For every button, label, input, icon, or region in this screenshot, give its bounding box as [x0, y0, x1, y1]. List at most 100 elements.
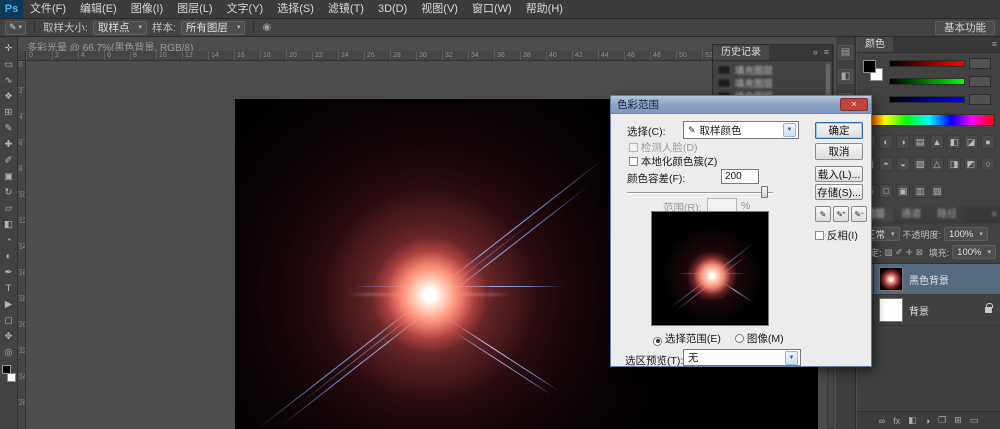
- red-value[interactable]: [969, 58, 991, 69]
- menu-item[interactable]: 图像(I): [124, 0, 170, 18]
- adjustment-icon[interactable]: ▤: [913, 135, 927, 149]
- panel-menu-icon[interactable]: ≡: [821, 45, 832, 60]
- invert-row[interactable]: 反相(I): [815, 228, 858, 243]
- selection-radio-row[interactable]: 选择范围(E): [653, 331, 721, 346]
- tool-button[interactable]: ✥: [1, 328, 17, 344]
- detect-faces-row[interactable]: 检测人脸(D): [629, 140, 698, 155]
- tool-button[interactable]: ▶: [1, 296, 17, 312]
- tab-channels[interactable]: 通道: [893, 207, 929, 222]
- layer-panel-icon[interactable]: ∞: [879, 416, 885, 426]
- eyedropper-button[interactable]: ✎: [815, 206, 831, 222]
- localized-clusters-row[interactable]: 本地化颜色簇(Z): [629, 154, 717, 169]
- menu-item[interactable]: 文字(Y): [220, 0, 271, 18]
- fill-select[interactable]: 100% ▾: [952, 245, 996, 259]
- tool-button[interactable]: ◔: [1, 232, 17, 248]
- layer-panel-icon[interactable]: ◑: [925, 416, 930, 426]
- cancel-button[interactable]: 取消: [815, 143, 863, 160]
- background-color-swatch[interactable]: [7, 373, 16, 382]
- adjustment-icon[interactable]: ▧: [913, 157, 927, 171]
- lock-pixels-icon[interactable]: ✐: [896, 247, 903, 258]
- adjustment-icon[interactable]: ●: [981, 135, 995, 149]
- history-item[interactable]: 填充图层: [713, 76, 832, 89]
- sampling-ring-icon[interactable]: ◉: [262, 22, 271, 33]
- adjustment-icon[interactable]: ◨: [947, 157, 961, 171]
- adjustment-icon[interactable]: ◩: [964, 157, 978, 171]
- tab-color[interactable]: 颜色: [857, 37, 893, 52]
- collapsed-panel-icon[interactable]: ◧: [838, 69, 853, 84]
- adjustment-icon[interactable]: ▲: [930, 135, 944, 149]
- tool-button[interactable]: ✎: [1, 120, 17, 136]
- menu-item[interactable]: 文件(F): [23, 0, 73, 18]
- collapsed-panel-icon[interactable]: ▤: [838, 45, 853, 60]
- adjustment-icon[interactable]: ○: [981, 157, 995, 171]
- sample-size-select[interactable]: 取样点 ▾: [93, 21, 147, 35]
- tool-button[interactable]: ▣: [1, 168, 17, 184]
- tool-button[interactable]: ✚: [1, 136, 17, 152]
- fuzziness-slider-track[interactable]: [627, 192, 773, 194]
- history-item[interactable]: 填充图层: [713, 63, 832, 76]
- invert-checkbox[interactable]: [815, 231, 824, 240]
- menu-item[interactable]: 编辑(E): [73, 0, 124, 18]
- layer-panel-icon[interactable]: ◧: [908, 415, 917, 426]
- tool-button[interactable]: ✒: [1, 264, 17, 280]
- tool-button[interactable]: ▭: [1, 56, 17, 72]
- ok-button[interactable]: 确定: [815, 122, 863, 139]
- layer-row[interactable]: ◉ 黑色背景: [857, 264, 1000, 295]
- layer-name[interactable]: 背景: [909, 303, 929, 318]
- selection-radio[interactable]: [653, 337, 662, 346]
- tool-button[interactable]: ◎: [1, 344, 17, 360]
- foreground-color-swatch[interactable]: [863, 60, 876, 73]
- layer-thumbnail[interactable]: [879, 298, 903, 322]
- panel-menu-icon[interactable]: ≡: [989, 37, 1000, 52]
- layer-row[interactable]: ◉ 背景: [857, 295, 1000, 326]
- selection-preview[interactable]: [651, 211, 769, 326]
- adjustment-icon[interactable]: ◪: [964, 135, 978, 149]
- layer-panel-icon[interactable]: ▭: [970, 415, 979, 426]
- adjustment-icon[interactable]: △: [930, 157, 944, 171]
- layer-thumbnail[interactable]: [879, 267, 903, 291]
- lock-transparency-icon[interactable]: ▨: [885, 247, 893, 258]
- layer-panel-icon[interactable]: ❒: [938, 415, 946, 426]
- blue-slider[interactable]: [889, 96, 965, 103]
- tool-button[interactable]: ⊞: [1, 104, 17, 120]
- fuzziness-slider-thumb[interactable]: [761, 186, 768, 198]
- layer-panel-icon[interactable]: fx: [893, 416, 900, 426]
- tool-button[interactable]: ◻: [1, 312, 17, 328]
- color-spectrum-bar[interactable]: [862, 114, 995, 126]
- load-button[interactable]: 载入(L)...: [815, 166, 863, 182]
- tool-button[interactable]: ❖: [1, 88, 17, 104]
- opacity-select[interactable]: 100% ▾: [944, 227, 988, 241]
- collapse-panel-icon[interactable]: »: [810, 45, 821, 60]
- style-icon[interactable]: ▨: [930, 184, 944, 198]
- lock-position-icon[interactable]: ✛: [906, 247, 913, 258]
- style-icon[interactable]: ▥: [913, 184, 927, 198]
- menu-item[interactable]: 帮助(H): [519, 0, 570, 18]
- red-slider[interactable]: [889, 60, 965, 67]
- tool-button[interactable]: ∿: [1, 72, 17, 88]
- tool-button[interactable]: ◧: [1, 216, 17, 232]
- localized-clusters-checkbox[interactable]: [629, 157, 638, 166]
- tool-preset-picker[interactable]: ✎ ▾: [5, 21, 26, 35]
- tab-history[interactable]: 历史记录: [713, 45, 769, 60]
- adjustment-icon[interactable]: ◒: [896, 157, 910, 171]
- save-button[interactable]: 存储(S)...: [815, 184, 863, 200]
- blue-value[interactable]: [969, 94, 991, 105]
- lock-all-icon[interactable]: ⊠: [916, 247, 923, 258]
- layer-panel-icon[interactable]: ⊞: [954, 415, 962, 426]
- image-radio-row[interactable]: 图像(M): [735, 331, 784, 346]
- menu-item[interactable]: 图层(L): [170, 0, 219, 18]
- adjustment-icon[interactable]: ◑: [896, 135, 910, 149]
- panel-menu-icon[interactable]: ≡: [989, 207, 1000, 222]
- adjustment-icon[interactable]: ◓: [879, 157, 893, 171]
- close-button[interactable]: ×: [840, 98, 868, 111]
- layer-name[interactable]: 黑色背景: [909, 272, 949, 287]
- tool-button[interactable]: T: [1, 280, 17, 296]
- tool-button[interactable]: ✛: [1, 40, 17, 56]
- tool-button[interactable]: ✐: [1, 152, 17, 168]
- style-icon[interactable]: ▣: [896, 184, 910, 198]
- select-dropdown[interactable]: ✎ 取样颜色 ▼: [683, 121, 799, 139]
- menu-item[interactable]: 滤镜(T): [321, 0, 371, 18]
- dialog-titlebar[interactable]: 色彩范围 ×: [611, 96, 871, 114]
- image-radio[interactable]: [735, 334, 744, 343]
- detect-faces-checkbox[interactable]: [629, 143, 638, 152]
